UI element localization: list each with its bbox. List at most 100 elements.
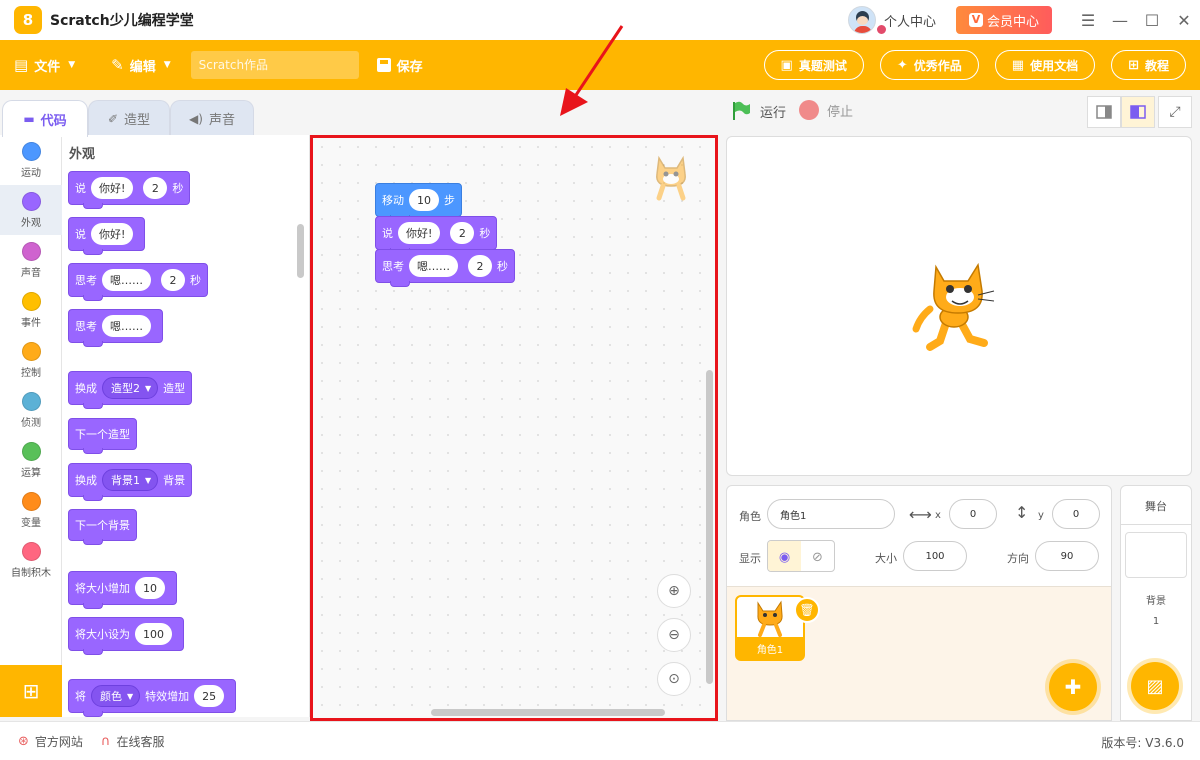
block-set-size[interactable]: 将大小设为 100	[68, 617, 184, 655]
horizontal-arrows-icon: ⟷	[909, 505, 932, 524]
personal-center-link[interactable]: 个人中心	[884, 11, 936, 30]
stop-button[interactable]: 停止	[799, 100, 853, 120]
zoom-in-button[interactable]: ⊕	[657, 574, 691, 608]
workspace-horizontal-scrollbar[interactable]	[431, 709, 665, 716]
edit-menu[interactable]: ✎ 编辑 ▼	[111, 56, 171, 75]
category-looks[interactable]: 外观	[0, 185, 62, 235]
stage-thumbnail[interactable]	[1125, 532, 1187, 578]
cat-sprite-thumbnail-icon	[757, 600, 783, 637]
block-next-backdrop[interactable]: 下一个背景	[68, 509, 137, 545]
y-position-input[interactable]: 0	[1052, 499, 1100, 529]
block-change-size[interactable]: 将大小增加 10	[68, 571, 177, 609]
direction-label: 方向	[1007, 552, 1029, 565]
block-number-input[interactable]: 10	[135, 577, 165, 599]
ws-block-think-for-secs[interactable]: 思考 嗯…… 2 秒	[375, 249, 515, 287]
block-switch-backdrop[interactable]: 换成 背景1 ▼ 背景	[68, 463, 193, 501]
official-site-link[interactable]: ⊛ 官方网站	[18, 733, 83, 750]
block-text-input[interactable]: 嗯……	[409, 255, 458, 277]
category-sound[interactable]: 声音	[0, 235, 62, 285]
sprite-thumbnail-label: 角色1	[737, 637, 803, 659]
tab-sounds[interactable]: ◀) 声音	[170, 100, 254, 136]
title-bar: 8 Scratch少儿编程学堂 个人中心 V 会员中心 ☰ — ☐ ✕	[0, 0, 1200, 40]
block-number-input[interactable]: 2	[468, 255, 492, 277]
cat-plus-icon: ✚	[1064, 675, 1082, 699]
block-text-input[interactable]: 你好!	[398, 222, 441, 244]
sprite-name-input[interactable]: 角色1	[767, 499, 895, 529]
vip-center-button[interactable]: V 会员中心	[956, 6, 1052, 34]
app-logo-icon: 8	[14, 6, 42, 34]
category-control[interactable]: 控制	[0, 335, 62, 385]
tab-code[interactable]: ▬ 代码	[2, 100, 88, 137]
block-number-input[interactable]: 2	[161, 269, 185, 291]
green-flag-button[interactable]: 运行	[730, 100, 786, 122]
category-operators[interactable]: 运算	[0, 435, 62, 485]
sprite-thumbnail[interactable]: 角色1 🗑	[735, 595, 820, 661]
category-sensing[interactable]: 侦测	[0, 385, 62, 435]
exam-test-button[interactable]: ▣ 真题测试	[763, 50, 864, 80]
block-number-input[interactable]: 100	[135, 623, 172, 645]
ws-block-move[interactable]: 移动 10 步	[375, 183, 462, 221]
block-think-for-secs[interactable]: 思考 嗯…… 2 秒	[68, 263, 208, 301]
fullscreen-button[interactable]: ⤢	[1158, 96, 1192, 128]
eye-off-icon: ⊘	[812, 549, 823, 565]
tab-costumes[interactable]: ✐ 造型	[88, 100, 170, 136]
block-text-input[interactable]: 嗯……	[102, 269, 151, 291]
block-dropdown[interactable]: 背景1 ▼	[102, 469, 159, 491]
block-text-input[interactable]: 嗯……	[102, 315, 151, 337]
docs-button[interactable]: ▦ 使用文档	[994, 50, 1096, 80]
stage-canvas[interactable]	[726, 136, 1192, 476]
fullscreen-icon: ⤢	[1169, 104, 1181, 120]
workspace-vertical-scrollbar[interactable]	[706, 370, 713, 684]
large-stage-button[interactable]	[1121, 96, 1155, 128]
block-number-input[interactable]: 10	[409, 189, 439, 211]
size-input[interactable]: 100	[903, 541, 967, 571]
block-next-costume[interactable]: 下一个造型	[68, 418, 137, 454]
maximize-icon[interactable]: ☐	[1136, 0, 1168, 40]
backdrop-label: 背景	[1146, 596, 1166, 607]
block-switch-costume[interactable]: 换成 造型2 ▼ 造型	[68, 371, 193, 409]
block-number-input[interactable]: 25	[194, 685, 225, 707]
x-position-input[interactable]: 0	[949, 499, 997, 529]
close-icon[interactable]: ✕	[1168, 0, 1200, 40]
file-menu[interactable]: ▤ 文件 ▼	[14, 56, 75, 75]
delete-sprite-button[interactable]: 🗑	[794, 597, 820, 623]
featured-works-button[interactable]: ✦ 优秀作品	[879, 50, 979, 80]
category-events[interactable]: 事件	[0, 285, 62, 335]
tutorial-button[interactable]: ⊞ 教程	[1111, 50, 1186, 80]
user-avatar[interactable]	[847, 6, 876, 34]
palette-scrollbar[interactable]	[297, 224, 304, 278]
save-button[interactable]: 保存	[376, 56, 423, 75]
block-change-effect[interactable]: 将 颜色 ▼ 特效增加 25	[68, 679, 237, 717]
code-workspace[interactable]: 移动 10 步 说 你好! 2 秒 思考 嗯…… 2 秒 ⊕ ⊖ ⊙	[310, 135, 718, 721]
add-sprite-button[interactable]: ✚	[1049, 663, 1097, 711]
block-text-input[interactable]: 你好!	[91, 223, 134, 245]
hide-sprite-button[interactable]: ⊘	[801, 541, 834, 571]
block-say[interactable]: 说 你好!	[68, 217, 146, 255]
block-dropdown[interactable]: 造型2 ▼	[102, 377, 159, 399]
block-number-input[interactable]: 2	[450, 222, 475, 244]
zoom-reset-button[interactable]: ⊙	[657, 662, 691, 696]
category-my-blocks[interactable]: 自制积木	[0, 535, 62, 585]
category-variables[interactable]: 变量	[0, 485, 62, 535]
project-title-input[interactable]	[190, 51, 359, 79]
small-stage-icon	[1096, 105, 1112, 119]
category-dot-icon	[21, 241, 41, 261]
block-text-input[interactable]: 你好!	[91, 177, 134, 199]
category-dot-icon	[21, 141, 41, 161]
block-dropdown[interactable]: 颜色 ▼	[91, 685, 141, 707]
block-think[interactable]: 思考 嗯……	[68, 309, 163, 347]
zoom-out-button[interactable]: ⊖	[657, 618, 691, 652]
menu-icon[interactable]: ☰	[1072, 0, 1104, 40]
add-backdrop-button[interactable]: ▨	[1131, 662, 1179, 710]
add-extension-button[interactable]: ⊞	[0, 665, 62, 717]
block-number-input[interactable]: 2	[143, 177, 168, 199]
category-motion[interactable]: 运动	[0, 135, 62, 185]
online-support-link[interactable]: ∩ 在线客服	[101, 733, 165, 750]
minimize-icon[interactable]: —	[1104, 0, 1136, 40]
direction-input[interactable]: 90	[1035, 541, 1099, 571]
show-sprite-button[interactable]: ◉	[768, 541, 801, 571]
small-stage-button[interactable]	[1087, 96, 1121, 128]
ws-block-say-for-secs[interactable]: 说 你好! 2 秒	[375, 216, 498, 254]
stage-size-toggle	[1087, 96, 1155, 128]
block-say-for-secs[interactable]: 说 你好! 2 秒	[68, 171, 191, 209]
